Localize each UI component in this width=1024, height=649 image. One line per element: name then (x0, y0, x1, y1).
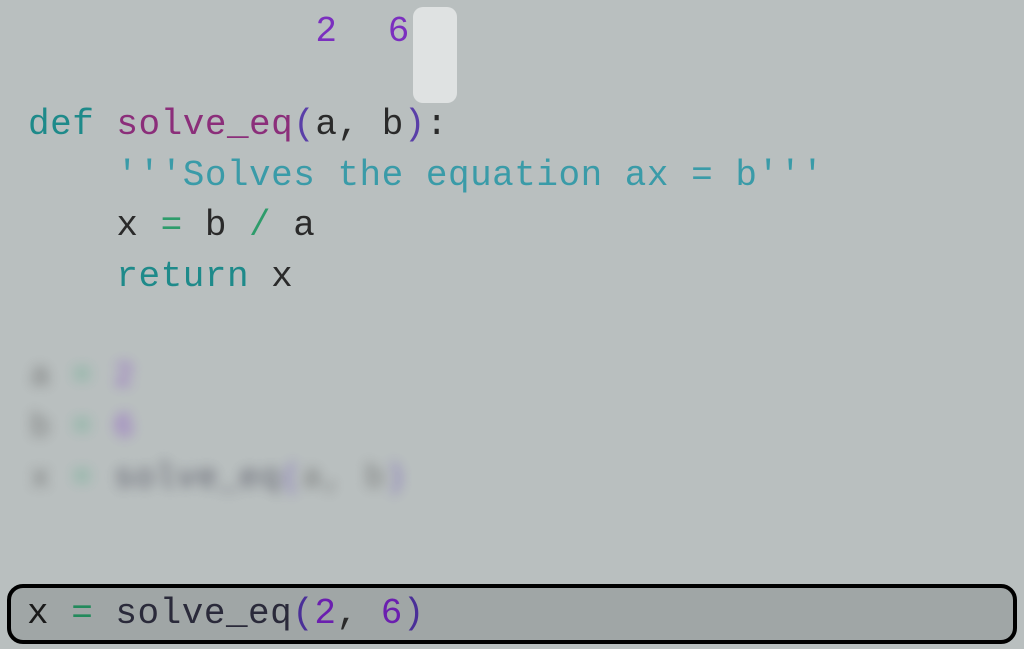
eval-paren-open: ( (292, 589, 314, 639)
blurred-code-section: a = 2 b = 6 x = solve_eq(a, b) (0, 352, 1024, 505)
evaluation-bar: x = solve_eq(2, 6) (7, 584, 1017, 644)
indent (28, 205, 116, 246)
op-assign: = (139, 205, 205, 246)
keyword-return: return (116, 256, 271, 297)
return-var: x (271, 256, 293, 297)
annotation-b-value: 6 (382, 11, 416, 52)
blurred-line-3: x = solve_eq(a, b) (30, 454, 994, 505)
function-name: solve_eq (116, 104, 293, 145)
blurred-line-2: b = 6 (30, 403, 994, 454)
indent (28, 256, 116, 297)
colon: : (426, 104, 448, 145)
paren-open: ( (293, 104, 315, 145)
var-b: b (205, 205, 227, 246)
param-b: b (382, 104, 404, 145)
comma: , (337, 104, 381, 145)
docstring: '''Solves the equation ax = b''' (28, 155, 824, 196)
code-line-return: return x (28, 252, 996, 302)
var-x: x (116, 205, 138, 246)
eval-arg1: 2 (314, 589, 336, 639)
eval-arg2: 6 (381, 589, 403, 639)
code-line-def: def solve_eq(a, b): (28, 100, 996, 150)
keyword-def: def (28, 104, 116, 145)
op-divide: / (227, 205, 293, 246)
eval-fn: solve_eq (115, 589, 292, 639)
eval-var-x: x (27, 589, 49, 639)
var-a: a (293, 205, 315, 246)
code-line-assign: x = b / a (28, 201, 996, 251)
eval-assign: = (49, 589, 115, 639)
eval-paren-close: ) (403, 589, 425, 639)
annotation-a-value: 2 (315, 11, 337, 52)
blurred-line-1: a = 2 (30, 352, 994, 403)
code-editor: def solve_eq(a, b): '''Solves the equati… (0, 50, 1024, 302)
param-a: a (315, 104, 337, 145)
eval-comma: , (336, 589, 380, 639)
code-line-docstring: '''Solves the equation ax = b''' (28, 151, 996, 201)
paren-close: ) (404, 104, 426, 145)
